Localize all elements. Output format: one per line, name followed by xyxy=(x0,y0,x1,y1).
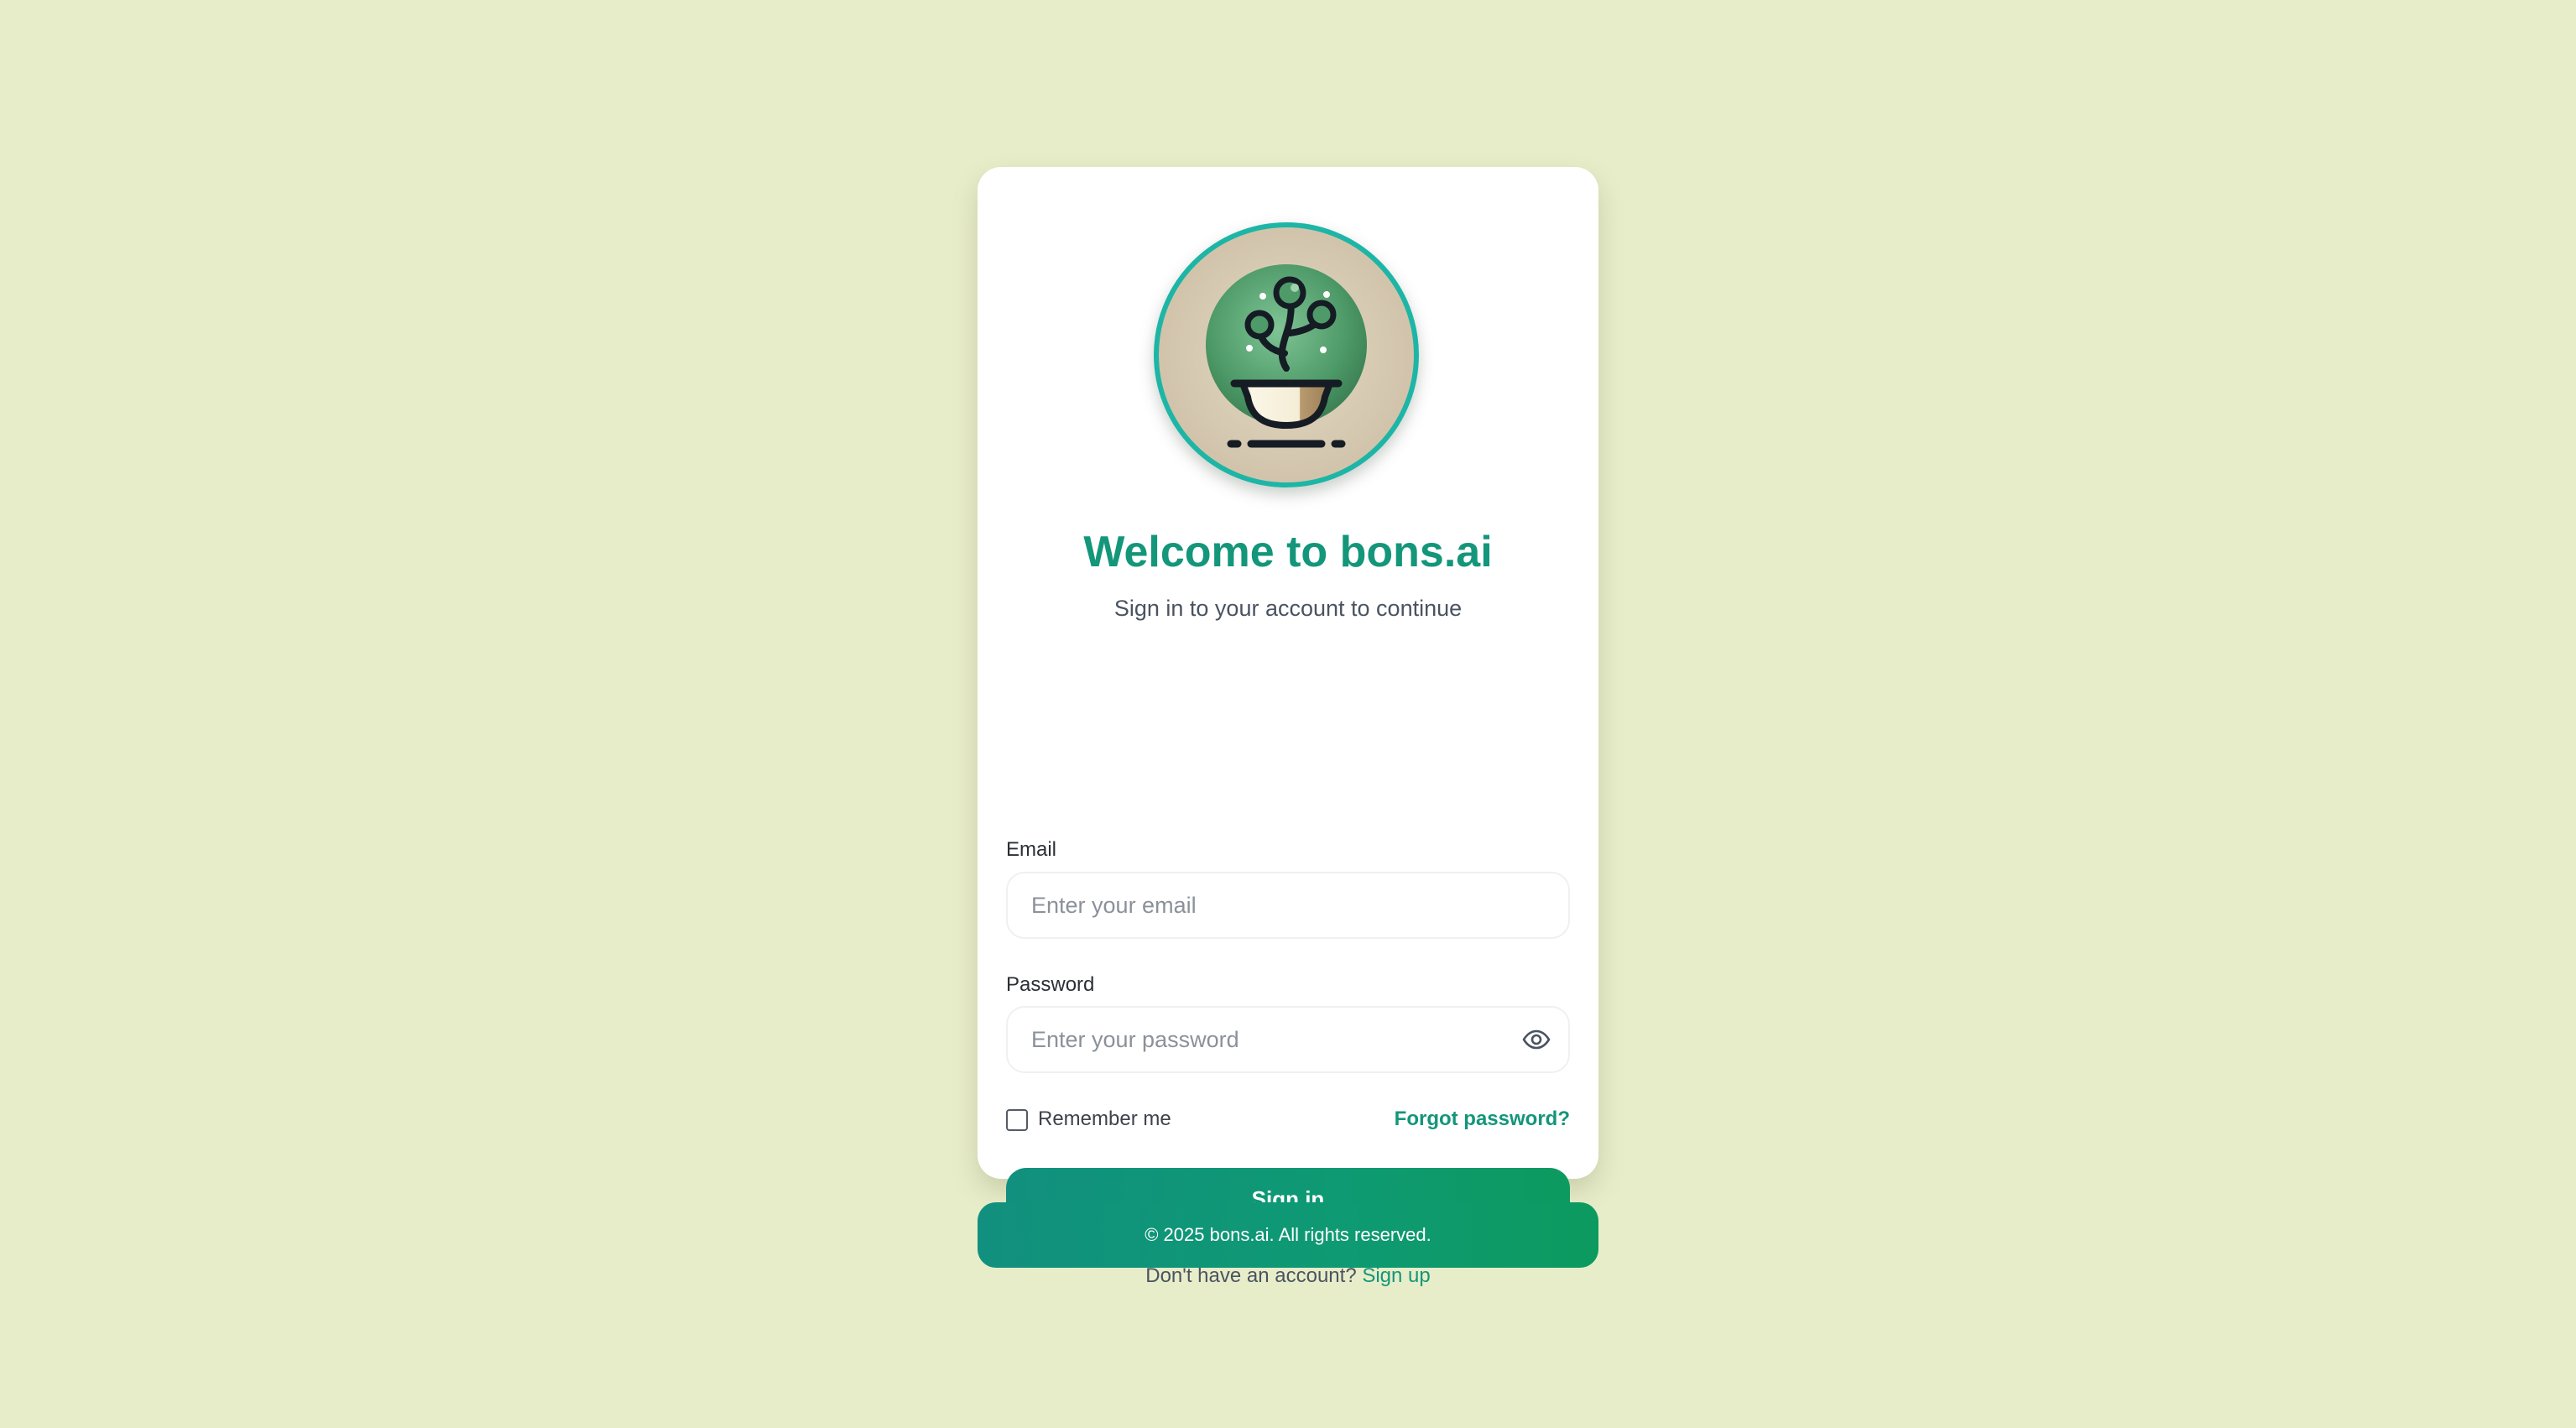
copyright-text: © 2025 bons.ai. All rights reserved. xyxy=(1145,1224,1431,1245)
email-field[interactable] xyxy=(1006,872,1570,939)
forgot-password-link[interactable]: Forgot password? xyxy=(1395,1107,1570,1132)
bonsai-logo-icon xyxy=(1154,222,1419,487)
footer-banner: © 2025 bons.ai. All rights reserved. xyxy=(978,1202,1598,1268)
signup-prompt-row: Don't have an account? Sign up xyxy=(978,1264,1598,1289)
email-label: Email xyxy=(1006,838,1057,861)
password-label: Password xyxy=(1006,973,1095,996)
page-title: Welcome to bons.ai xyxy=(1083,528,1493,576)
sign-up-link[interactable]: Sign up xyxy=(1362,1264,1430,1287)
eye-icon[interactable] xyxy=(1520,1026,1553,1053)
remember-me-label[interactable]: Remember me xyxy=(1038,1107,1171,1132)
page-subtitle: Sign in to your account to continue xyxy=(1113,596,1463,621)
signup-prompt-text: Don't have an account? xyxy=(1145,1264,1357,1287)
login-card: Welcome to bons.ai Sign in to your accou… xyxy=(978,167,1598,1287)
remember-me-checkbox[interactable] xyxy=(1006,1109,1028,1131)
password-field[interactable] xyxy=(1006,1006,1570,1073)
